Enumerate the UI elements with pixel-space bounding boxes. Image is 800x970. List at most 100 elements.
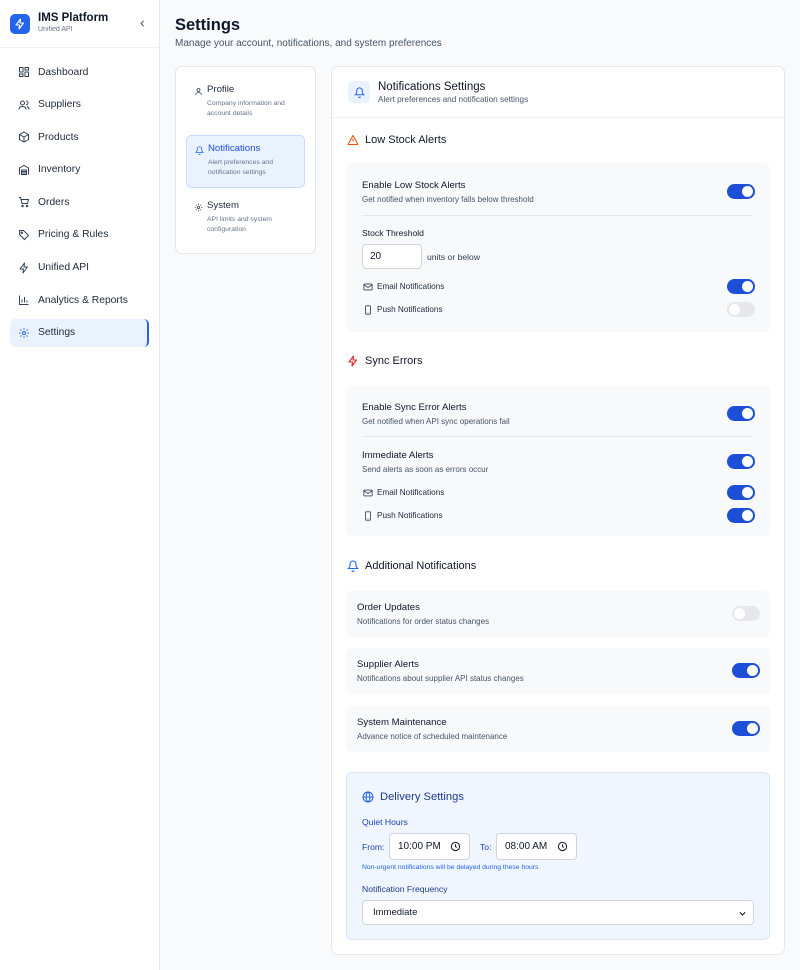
gear-icon [194,201,203,213]
low-stock-push-toggle[interactable] [727,302,755,317]
enable-sync-error-title: Enable Sync Error Alerts [362,402,467,413]
supplier-alerts-toggle[interactable] [732,663,760,678]
sidebar: IMS Platform Unified API Dashboard Suppl… [0,0,160,970]
item-title: Supplier Alerts [357,659,419,670]
section-title-text: Sync Errors [365,355,423,367]
additional-item-order-updates: Order Updates Notifications for order st… [346,591,770,637]
sync-email-label: Email Notifications [362,487,444,498]
sidebar-item-products[interactable]: Products [10,123,149,151]
delivery-settings-card: Delivery Settings Quiet Hours From: 10:0… [346,772,770,940]
sidebar-item-label: Suppliers [38,99,81,111]
item-title: System Maintenance [357,717,447,728]
chevron-left-icon[interactable] [135,17,149,31]
label-text: Push Notifications [377,305,443,314]
page-subtitle: Manage your account, notifications, and … [175,38,442,49]
user-icon [194,85,203,97]
page-title: Settings [175,16,241,34]
sidebar-item-analytics-reports[interactable]: Analytics & Reports [10,286,149,314]
stock-threshold-input[interactable] [362,244,422,269]
system-maintenance-toggle[interactable] [732,721,760,736]
sync-error-enable-toggle[interactable] [727,406,755,421]
brand-title: IMS Platform [38,12,109,24]
label-text: Email Notifications [377,488,445,497]
low-stock-email-toggle[interactable] [727,279,755,294]
bell-icon [348,81,370,103]
frequency-value: Immediate [373,907,418,918]
label-text: Email Notifications [377,282,445,291]
additional-item-supplier-alerts: Supplier Alerts Notifications about supp… [346,648,770,694]
sidebar-item-label: Analytics & Reports [38,294,128,306]
panel-subtitle: Alert preferences and notification setti… [378,94,529,104]
brand-header: IMS Platform Unified API [0,0,159,48]
enable-sync-error-desc: Get notified when API sync operations fa… [362,417,510,426]
sync-errors-card: Enable Sync Error Alerts Get notified wh… [346,386,770,536]
sidebar-item-dashboard[interactable]: Dashboard [10,58,149,86]
bell-icon [346,559,360,573]
quiet-hours-from-input[interactable]: 10:00 PM [389,833,470,860]
sidebar-item-settings[interactable]: Settings [10,318,149,347]
item-desc: Advance notice of scheduled maintenance [357,732,508,741]
panel-title: Notifications Settings [378,80,486,93]
notification-frequency-select[interactable]: Immediate [362,900,754,925]
dashboard-icon [17,65,31,79]
item-desc: Notifications for order status changes [357,617,490,626]
low-stock-email-label: Email Notifications [362,281,444,292]
subnav-desc: Company information and account details [207,100,285,117]
frequency-label: Notification Frequency [362,884,448,894]
enable-low-stock-desc: Get notified when inventory falls below … [362,195,534,204]
settings-subnav: Profile Company information and account … [175,66,316,254]
cart-icon [17,195,31,209]
bolt-icon [346,354,360,368]
subnav-desc: API limits and system configuration [207,216,272,233]
bell-icon [195,144,204,156]
gear-icon [17,326,31,340]
subnav-desc: Alert preferences and notification setti… [208,159,273,176]
brand-subtitle: Unified API [38,26,73,33]
sidebar-item-suppliers[interactable]: Suppliers [10,91,149,119]
sync-push-toggle[interactable] [727,508,755,523]
sidebar-item-label: Inventory [38,164,81,176]
immediate-alerts-desc: Send alerts as soon as errors occur [362,465,489,474]
mail-icon [362,487,373,498]
mail-icon [362,281,373,292]
section-title-text: Low Stock Alerts [365,134,447,146]
sidebar-item-label: Dashboard [38,66,89,78]
subnav-item-system[interactable]: System API limits and system configurati… [186,193,305,246]
delivery-settings-title: Delivery Settings [361,790,464,804]
chevron-down-icon [739,911,746,916]
bolt-icon [10,13,30,34]
smartphone-icon [362,304,373,315]
sidebar-item-label: Settings [38,327,76,339]
subnav-title: Profile [207,84,235,95]
threshold-unit: units or below [427,252,481,262]
divider [362,215,753,216]
sidebar-item-label: Orders [38,196,70,208]
bolt-icon [17,261,31,275]
quiet-hours-label: Quiet Hours [362,817,408,827]
sidebar-item-pricing-rules[interactable]: Pricing & Rules [10,221,149,249]
low-stock-section-title: Low Stock Alerts [346,133,446,147]
quiet-hours-to-input[interactable]: 08:00 AM [496,833,577,860]
quiet-hours-note: Non-urgent notifications will be delayed… [362,864,539,871]
to-time-value: 08:00 AM [505,841,548,852]
panel-header: Notifications Settings Alert preferences… [332,67,784,118]
subnav-item-profile[interactable]: Profile Company information and account … [186,77,305,130]
sidebar-item-inventory[interactable]: Inventory [10,156,149,184]
immediate-alerts-toggle[interactable] [727,454,755,469]
globe-icon [361,790,375,804]
sidebar-item-label: Unified API [38,262,89,274]
subnav-item-notifications[interactable]: Notifications Alert preferences and noti… [186,135,305,188]
sidebar-item-unified-api[interactable]: Unified API [10,254,149,282]
stock-threshold-label: Stock Threshold [362,228,424,238]
sidebar-item-orders[interactable]: Orders [10,188,149,216]
warning-icon [346,133,360,147]
warehouse-icon [17,163,31,177]
users-icon [17,98,31,112]
item-desc: Notifications about supplier API status … [357,674,524,683]
low-stock-push-label: Push Notifications [362,304,443,315]
sync-email-toggle[interactable] [727,485,755,500]
order-updates-toggle[interactable] [732,606,760,621]
sync-push-label: Push Notifications [362,510,443,521]
immediate-alerts-title: Immediate Alerts [362,450,434,461]
low-stock-enable-toggle[interactable] [727,184,755,199]
